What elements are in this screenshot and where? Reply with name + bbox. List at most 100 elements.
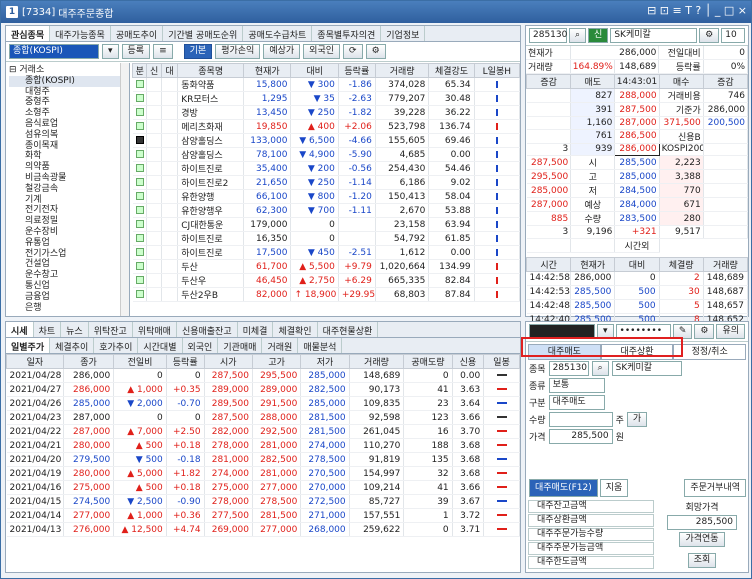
sub-tab-6[interactable]: 거래원 [262, 338, 299, 353]
expected-price-button[interactable]: 예상가 [263, 44, 301, 59]
stock-name[interactable]: KR모터스 [177, 91, 245, 106]
column-header[interactable]: 거래량 [348, 354, 405, 369]
tree-item[interactable]: 음식료업 [9, 119, 129, 130]
stock-name[interactable]: 동화약품 [177, 77, 245, 92]
column-header[interactable]: 종목명 [177, 63, 245, 78]
column-header[interactable]: 체결강도 [428, 63, 475, 78]
table-row[interactable]: 유한양행우 62,300 ▼ 700 -1.11 2,670 53.88 [132, 203, 520, 218]
tree-item[interactable]: 전기가스업 [9, 249, 129, 260]
checkbox-icon[interactable] [135, 136, 144, 144]
stock-name[interactable]: 하이트진로2 [177, 175, 245, 190]
tree-item[interactable]: 화학 [9, 151, 129, 162]
tree-item[interactable]: 중형주 [9, 97, 129, 108]
table-row[interactable]: 동화약품 15,800 ▼ 300 -1.86 374,028 65.34 [132, 77, 520, 92]
checkbox-icon[interactable] [135, 80, 144, 88]
tree-item[interactable]: 소형주 [9, 108, 129, 119]
column-header[interactable]: 저가 [300, 354, 350, 369]
tree-item[interactable]: 의약품 [9, 162, 129, 173]
bottom-tab-6[interactable]: 미체결 [238, 322, 274, 337]
check-cell[interactable] [132, 105, 148, 120]
foreign-button[interactable]: 외국인 [303, 44, 341, 59]
recover-price[interactable]: 285,500 [667, 515, 737, 530]
register-button[interactable]: 등록 [121, 44, 151, 59]
bid-row[interactable]: 285,000 저 284,500 770 [526, 183, 749, 199]
column-header[interactable]: 종가 [62, 354, 115, 369]
tree-item[interactable]: 유통업 [9, 238, 129, 249]
menu-icon[interactable]: ≡ [153, 44, 173, 59]
table-row[interactable]: 2021/04/22 287,000 ▲ 7,000 +2.50 282,000 292,… [6, 424, 520, 439]
column-header[interactable]: 거래량 [374, 63, 430, 78]
column-header[interactable]: L일봉H [473, 63, 520, 78]
qty-field[interactable]: 10 [721, 28, 745, 43]
stock-name[interactable]: 메리츠화재 [177, 119, 245, 134]
table-row[interactable]: 2021/04/21 280,000 ▲ 500 +0.18 278,000 281,00… [6, 438, 520, 453]
check-cell[interactable] [132, 161, 148, 176]
table-row[interactable]: KR모터스 1,295 ▼ 35 -2.63 779,207 30.48 [132, 91, 520, 106]
table-row[interactable]: 2021/04/20 279,500 ▼ 500 -0.18 281,000 282,50… [6, 452, 520, 467]
checkbox-icon[interactable] [135, 206, 144, 214]
bottom-tab-3[interactable]: 위탁잔고 [89, 322, 133, 337]
sub-tab-4[interactable]: 외국인 [183, 338, 219, 353]
table-row[interactable]: 삼양홀딩스 133,000 ▼ 6,500 -4.66 155,605 69.46 [132, 133, 520, 148]
check-cell[interactable] [132, 133, 148, 148]
stock-code-input[interactable]: 285130 [529, 28, 567, 43]
table-row[interactable]: 두산 61,700 ▲ 5,500 +9.79 1,020,664 134.99 [132, 259, 520, 274]
checkbox-icon[interactable] [135, 164, 144, 172]
sub-tab-1[interactable]: 체결추이 [50, 338, 95, 353]
tab-4[interactable]: 공매도수급차트 [243, 26, 313, 41]
column-header[interactable]: 공매도량 [403, 354, 453, 369]
kind-select[interactable]: 보통 [548, 378, 605, 393]
table-row[interactable]: 2021/04/19 280,000 ▲ 5,000 +1.82 274,000 281,… [6, 466, 520, 481]
ask-row[interactable]: 827 288,000 거래비용 746 [526, 88, 749, 103]
stock-name[interactable]: 유한양행우 [177, 203, 245, 218]
caution-button[interactable]: 유의 [716, 324, 745, 339]
checkbox-icon[interactable] [135, 150, 144, 158]
column-header[interactable]: 등락률 [165, 354, 205, 369]
basic-view-button[interactable]: 기본 [183, 44, 213, 59]
table-row[interactable]: 2021/04/16 275,000 ▲ 500 +0.18 275,000 277,00… [6, 480, 520, 495]
table-row[interactable]: 2021/04/23 287,000 0 0 287,500 288,000 281,500… [6, 410, 520, 425]
table-row[interactable]: 하이트진로 17,500 ▼ 450 -2.51 1,612 0.00 [132, 245, 520, 260]
column-header[interactable]: 현재가 [243, 63, 292, 78]
table-row[interactable]: 두산우 46,450 ▲ 2,750 +6.29 665,335 82.84 [132, 273, 520, 288]
gear-icon[interactable]: ⚙ [365, 44, 386, 59]
tree-item[interactable]: 종이목재 [9, 141, 129, 152]
check-cell[interactable] [132, 217, 148, 232]
stock-name[interactable]: 삼양홀딩스 [177, 147, 245, 162]
table-row[interactable]: 하이트진로 16,350 0 54,792 61.85 [132, 231, 520, 246]
check-cell[interactable] [132, 119, 148, 134]
tab-modify-cancel[interactable]: 정정/취소 [673, 344, 747, 360]
check-cell[interactable] [132, 287, 148, 302]
check-cell[interactable] [132, 77, 148, 92]
column-header[interactable]: 등락률 [337, 63, 376, 78]
market-select[interactable]: 종합(KOSPI) [9, 44, 99, 59]
table-row[interactable]: 메리츠화재 19,850 ▲ 400 +2.06 523,798 136.74 [132, 119, 520, 134]
search-icon[interactable]: ⌕ [591, 361, 609, 376]
ask-row[interactable]: 761 286,500 신용B [526, 129, 749, 144]
sub-tab-3[interactable]: 시간대별 [138, 338, 183, 353]
check-cell[interactable] [132, 259, 148, 274]
bottom-tab-2[interactable]: 뉴스 [61, 322, 89, 337]
checkbox-icon[interactable] [135, 234, 144, 242]
search-icon[interactable]: ⌕ [569, 28, 587, 43]
stock-name[interactable]: 두산 [177, 259, 245, 274]
bottom-tab-5[interactable]: 신용매출잔고 [177, 322, 238, 337]
tree-item[interactable]: 통신업 [9, 281, 129, 292]
checkbox-icon[interactable] [135, 178, 144, 186]
checkbox-icon[interactable] [135, 220, 144, 228]
bid-row[interactable]: 295,500 고 285,000 3,388 [526, 169, 749, 185]
ask-row[interactable]: 1,160 287,000 371,500 200,500 [526, 116, 749, 130]
tree-scrollbar[interactable] [120, 63, 129, 316]
stock-name[interactable]: 경방 [177, 105, 245, 120]
query-button[interactable]: 조회 [687, 553, 717, 568]
check-cell[interactable] [132, 147, 148, 162]
table-row[interactable]: 2021/04/26 285,000 ▼ 2,000 -0.70 289,500 291,… [6, 396, 520, 411]
table-row[interactable]: 2021/04/15 274,500 ▼ 2,500 -0.90 278,000 278,… [6, 494, 520, 509]
column-header[interactable]: 신 [146, 63, 162, 78]
check-cell[interactable] [132, 245, 148, 260]
price-input[interactable]: 285,500 [548, 429, 613, 444]
column-header[interactable]: 일봉 [483, 354, 520, 369]
checkbox-icon[interactable] [135, 276, 144, 284]
bottom-tab-1[interactable]: 차트 [34, 322, 62, 337]
check-cell[interactable] [132, 273, 148, 288]
